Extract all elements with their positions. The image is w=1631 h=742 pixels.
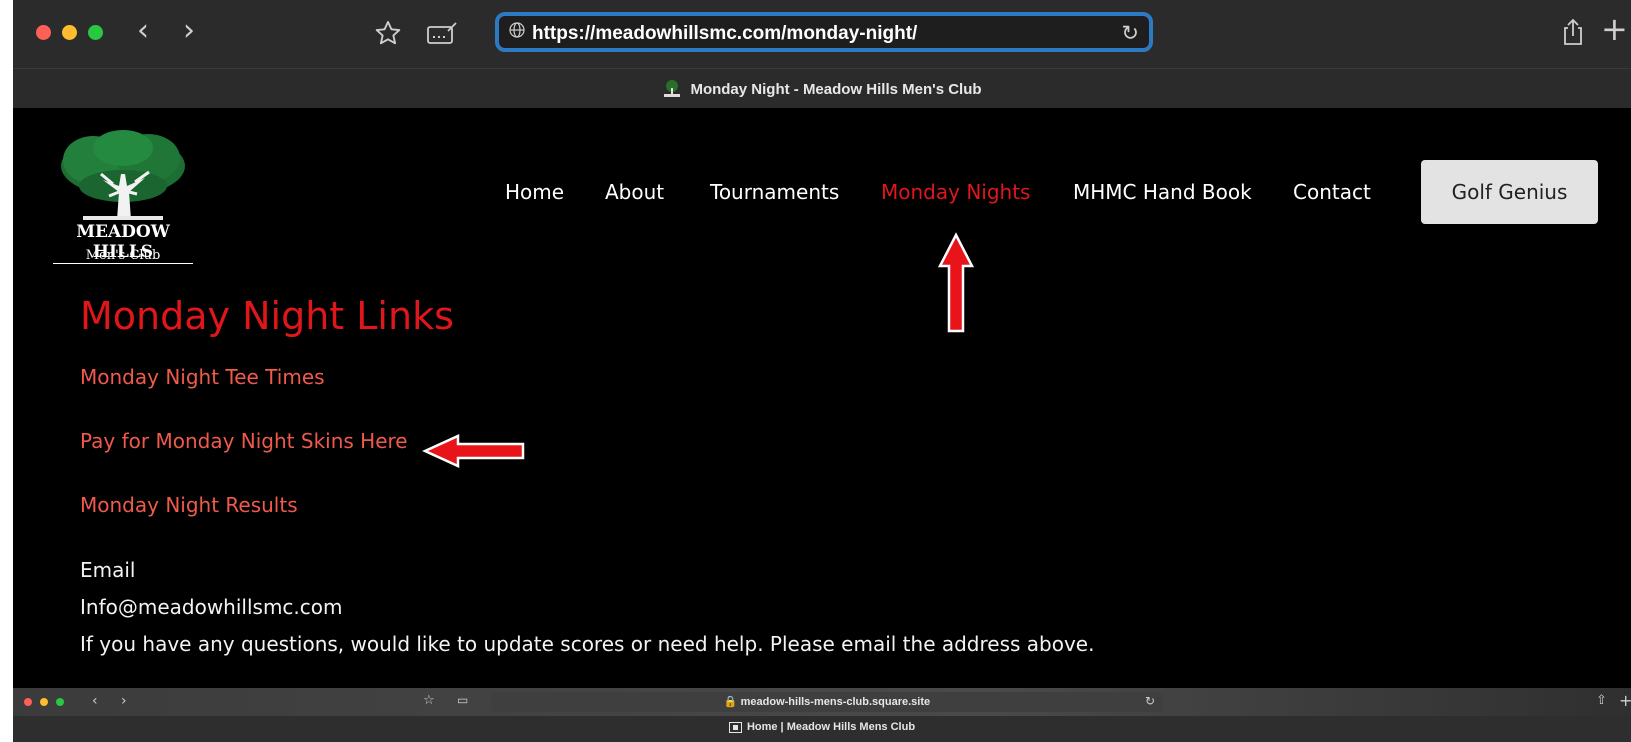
email-address: Info@meadowhillsmc.com [80,595,343,619]
nav-handbook[interactable]: MHMC Hand Book [1073,180,1252,204]
nav-home[interactable]: Home [505,180,564,204]
link-results[interactable]: Monday Night Results [80,493,298,517]
page-heading: Monday Night Links [80,294,454,338]
lock-icon: 🔒 [723,696,738,708]
second-zoom-button[interactable] [56,698,64,706]
screen: ‹ › https://meadowhillsmc.com/monday-nig… [13,0,1631,742]
reload-icon[interactable]: ↻ [1121,21,1139,45]
second-reload-icon[interactable]: ↻ [1145,694,1155,708]
site-logo[interactable]: MEADOW HILLS Men's Club [53,130,193,265]
site-favicon-icon [664,80,681,97]
second-back-icon[interactable]: ‹ [92,693,98,709]
browser-toolbar: ‹ › https://meadowhillsmc.com/monday-nig… [13,0,1631,68]
second-star-icon[interactable]: ☆ [423,693,435,708]
active-tab[interactable]: Monday Night - Meadow Hills Men's Club [13,69,1631,109]
link-tee-times[interactable]: Monday Night Tee Times [80,365,325,389]
arrow-annotation-up [937,232,975,333]
second-active-tab[interactable]: Home | Meadow Hills Mens Club [13,721,1631,733]
zoom-window-button[interactable] [88,25,103,40]
reader-icon[interactable] [426,21,458,47]
web-page: MEADOW HILLS Men's Club Home About Tourn… [13,108,1631,688]
tab-bar: Monday Night - Meadow Hills Men's Club [13,68,1631,108]
nav-tournaments[interactable]: Tournaments [710,180,839,204]
second-browser-toolbar: ‹ › ☆ ▭ 🔒 meadow-hills-mens-club.square.… [13,688,1631,716]
second-share-icon[interactable]: ⇧ [1596,693,1607,708]
second-close-button[interactable] [24,698,32,706]
arrow-annotation-left [422,434,525,468]
second-tab-bar: Home | Meadow Hills Mens Club [13,716,1631,742]
help-text: If you have any questions, would like to… [80,632,1095,656]
share-icon[interactable] [1561,17,1585,47]
golf-genius-button[interactable]: Golf Genius [1421,160,1598,224]
tab-title: Monday Night - Meadow Hills Men's Club [690,80,982,98]
forward-icon[interactable]: › [183,16,195,46]
url-text[interactable]: https://meadowhillsmc.com/monday-night/ [532,23,917,45]
second-tab-title: Home | Meadow Hills Mens Club [746,721,916,733]
link-pay-skins[interactable]: Pay for Monday Night Skins Here [80,429,408,453]
address-bar[interactable]: https://meadowhillsmc.com/monday-night/ … [495,12,1153,52]
minimize-window-button[interactable] [62,25,77,40]
second-minimize-button[interactable] [40,698,48,706]
back-icon[interactable]: ‹ [137,16,149,46]
nav-monday-nights[interactable]: Monday Nights [881,180,1030,204]
globe-icon [509,22,525,38]
new-tab-icon[interactable]: + [1601,13,1628,45]
square-favicon-icon [728,721,742,733]
second-reader-icon[interactable]: ▭ [457,693,468,707]
second-new-tab-icon[interactable]: + [1619,691,1631,710]
second-address-bar[interactable]: 🔒 meadow-hills-mens-club.square.site ↻ [491,692,1163,712]
email-label: Email [80,558,136,582]
close-window-button[interactable] [36,25,51,40]
logo-subtitle: Men's Club [85,248,161,263]
second-url-text: meadow-hills-mens-club.square.site [740,696,931,708]
second-forward-icon[interactable]: › [121,693,127,709]
oak-tree-logo-icon [61,130,185,220]
nav-contact[interactable]: Contact [1293,180,1371,204]
star-icon[interactable] [374,19,402,47]
nav-about[interactable]: About [605,180,664,204]
